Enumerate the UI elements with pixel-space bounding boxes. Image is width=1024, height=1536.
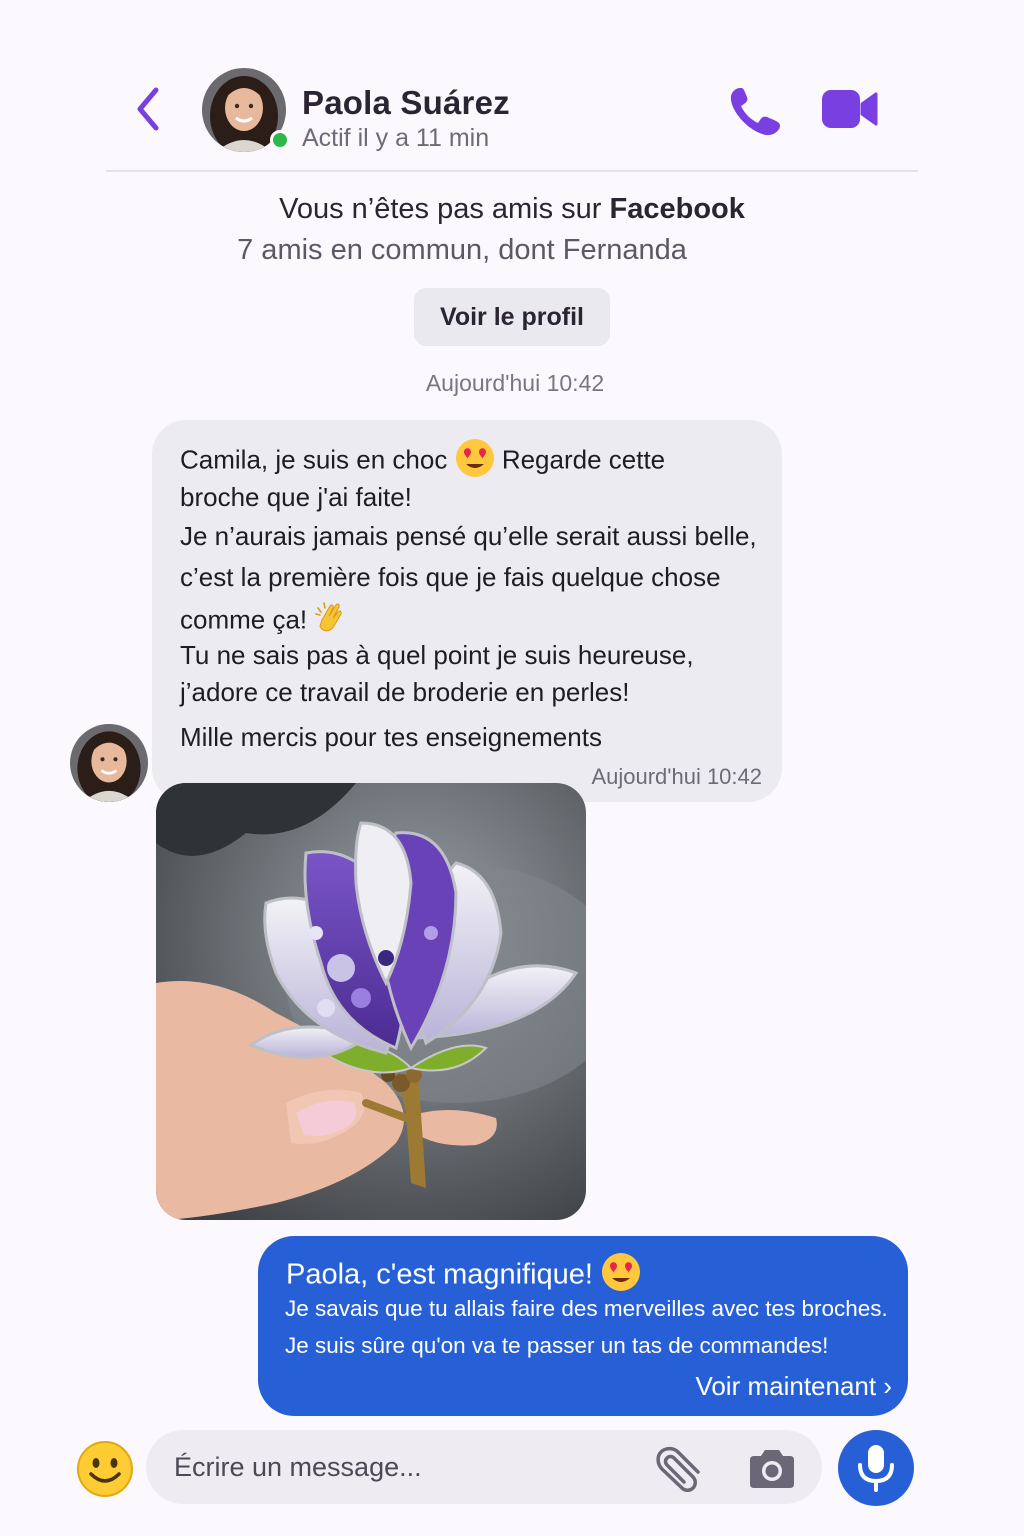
paperclip-icon[interactable] [652, 1444, 708, 1492]
message-line: Tu ne sais pas à quel point je suis heur… [180, 640, 694, 670]
online-indicator [270, 130, 290, 150]
contact-name: Paola Suárez [302, 84, 510, 121]
notice-text: Vous n’êtes pas amis sur [279, 193, 610, 225]
message-line: j’adore ce travail de broderie en perles… [180, 677, 630, 707]
message-line: Camila, je suis en choc [180, 444, 448, 475]
message-line: Je savais que tu allais faire des mervei… [285, 1296, 888, 1321]
message-timestamp: Aujourd'hui 10:42 [591, 764, 762, 789]
video-camera-icon[interactable] [820, 86, 880, 134]
view-now-link[interactable]: Voir maintenant › [695, 1371, 892, 1402]
outgoing-message-bubble[interactable]: Paola, c'est magnifique! Je savais que t… [258, 1236, 908, 1416]
message-input[interactable] [174, 1430, 634, 1504]
message-line: broche que j'ai faite! [180, 482, 412, 512]
message-line: c’est la première fois que je fais quelq… [180, 562, 721, 592]
message-line: Mille mercis pour tes enseignements [180, 722, 602, 752]
clapping-hands-emoji [314, 600, 350, 643]
smiley-icon[interactable] [76, 1440, 134, 1498]
heart-eyes-emoji [455, 438, 495, 485]
message-composer [146, 1430, 822, 1504]
view-profile-button[interactable]: Voir le profil [414, 288, 610, 346]
camera-icon[interactable] [746, 1448, 798, 1490]
not-friends-notice: Vous n’êtes pas amis sur Facebook [0, 193, 1024, 226]
message-line: Je suis sûre qu'on va te passer un tas d… [285, 1333, 829, 1358]
incoming-message-bubble[interactable]: Camila, je suis en choc Regarde cette br… [152, 420, 782, 802]
mutual-friends-text: 7 amis en commun, dont Fernanda [237, 234, 687, 266]
notice-brand: Facebook [609, 193, 745, 225]
sender-avatar[interactable] [70, 724, 148, 802]
brooch-photo[interactable] [156, 783, 586, 1220]
message-line: Je n’aurais jamais pensé qu’elle serait … [180, 521, 757, 551]
message-title: Paola, c'est magnifique! [286, 1258, 593, 1291]
heart-eyes-emoji [601, 1252, 641, 1300]
phone-icon[interactable] [726, 84, 786, 140]
message-line: Regarde cette [501, 444, 666, 475]
date-separator: Aujourd'hui 10:42 [425, 370, 605, 396]
message-line: comme ça! [180, 604, 308, 635]
chevron-left-icon[interactable] [132, 86, 166, 132]
chat-header: Paola Suárez Actif il y a 11 min [106, 60, 918, 172]
microphone-icon[interactable] [838, 1430, 914, 1506]
contact-status: Actif il y a 11 min [302, 124, 490, 152]
